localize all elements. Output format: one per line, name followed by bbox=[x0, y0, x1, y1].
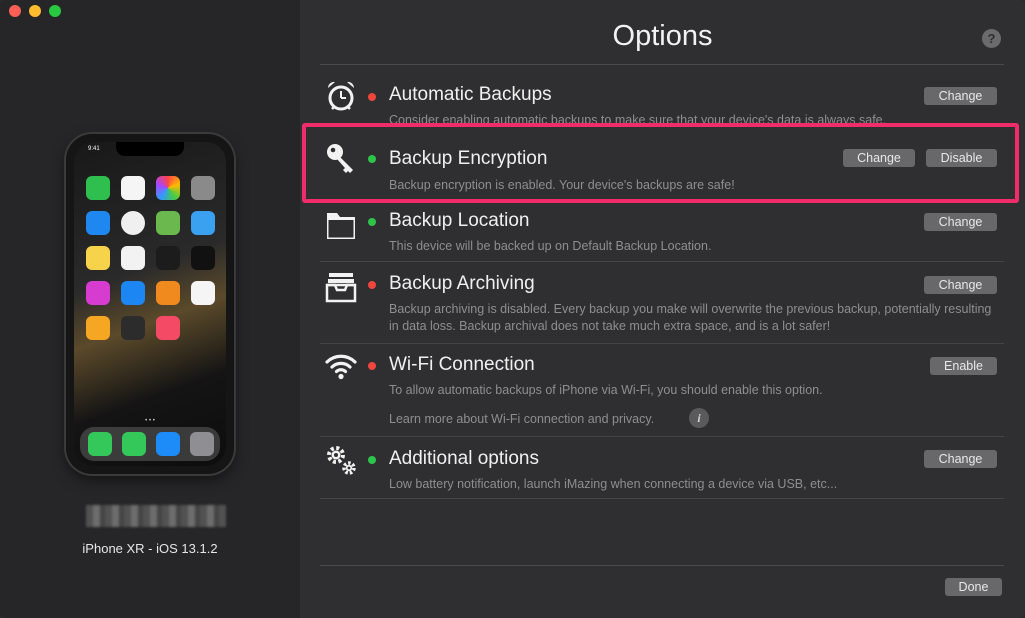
device-model-label: iPhone XR - iOS 13.1.2 bbox=[82, 541, 218, 556]
change-button[interactable]: Change bbox=[924, 276, 997, 294]
learn-more-link[interactable]: Learn more about Wi-Fi connection and pr… bbox=[389, 412, 654, 426]
status-time: 9:41 bbox=[88, 146, 100, 152]
camera-app-icon bbox=[191, 176, 215, 200]
settings-app-icon bbox=[190, 432, 214, 456]
option-automatic-backups: Automatic Backups Consider enabling auto… bbox=[320, 65, 1004, 127]
page-title: Options bbox=[612, 20, 713, 52]
option-backup-archiving: Backup Archiving Backup archiving is dis… bbox=[320, 262, 1004, 344]
books-app-icon bbox=[156, 281, 180, 305]
option-title: Automatic Backups bbox=[389, 84, 552, 105]
health-app-icon bbox=[191, 281, 215, 305]
option-wifi-connection: Wi-Fi Connection To allow automatic back… bbox=[320, 344, 1004, 437]
option-description: To allow automatic backups of iPhone via… bbox=[389, 383, 823, 397]
change-button[interactable]: Change bbox=[924, 450, 997, 468]
phone-screen: 9:41 • • • bbox=[74, 142, 226, 466]
home-app-icon bbox=[86, 316, 110, 340]
archive-tray-icon bbox=[325, 273, 357, 303]
itunes-store-app-icon bbox=[86, 281, 110, 305]
phone-dock bbox=[80, 427, 220, 461]
messages-app-icon bbox=[122, 432, 146, 456]
gears-icon bbox=[327, 446, 356, 475]
option-title: Backup Location bbox=[389, 210, 530, 231]
option-description: Low battery notification, launch iMazing… bbox=[389, 477, 838, 491]
change-button[interactable]: Change bbox=[924, 87, 997, 105]
weather-app-icon bbox=[191, 211, 215, 235]
photos-app-icon bbox=[156, 176, 180, 200]
alarm-clock-icon bbox=[327, 81, 355, 111]
phone-app-icon bbox=[88, 432, 112, 456]
notes-app-icon bbox=[86, 246, 110, 270]
option-additional-options: Additional options Low battery notificat… bbox=[320, 437, 1004, 499]
info-icon[interactable]: i bbox=[689, 408, 709, 428]
option-title: Wi-Fi Connection bbox=[389, 354, 535, 375]
enable-button[interactable]: Enable bbox=[930, 357, 997, 375]
option-title: Additional options bbox=[389, 448, 539, 469]
clock-app-icon bbox=[121, 211, 145, 235]
folder-icon bbox=[327, 213, 355, 239]
option-description: This device will be backed up on Default… bbox=[389, 239, 712, 253]
wallet-app-icon bbox=[121, 316, 145, 340]
phone-notch bbox=[116, 142, 184, 156]
safari-app-icon bbox=[156, 432, 180, 456]
status-indicator-red bbox=[368, 93, 376, 101]
change-button[interactable]: Change bbox=[924, 213, 997, 231]
iphone-device-image: 9:41 • • • bbox=[66, 134, 234, 474]
option-backup-location: Backup Location This device will be back… bbox=[320, 198, 1004, 262]
status-indicator-green bbox=[368, 218, 376, 226]
mail-app-icon bbox=[86, 211, 110, 235]
app-store-icon bbox=[121, 281, 145, 305]
done-button[interactable]: Done bbox=[945, 578, 1002, 596]
status-indicator-red bbox=[368, 362, 376, 370]
minimize-window-button[interactable] bbox=[29, 5, 41, 17]
option-description: Backup archiving is disabled. Every back… bbox=[389, 302, 992, 333]
blurred-device-name bbox=[86, 505, 226, 527]
options-window: 9:41 • • • iPhone XR - iOS 13.1.2 Option… bbox=[0, 0, 1025, 618]
stocks-app-icon bbox=[156, 246, 180, 270]
page-dots: • • • bbox=[145, 418, 155, 424]
close-window-button[interactable] bbox=[9, 5, 21, 17]
status-indicator-red bbox=[368, 281, 376, 289]
option-title: Backup Archiving bbox=[389, 273, 535, 294]
maximize-window-button[interactable] bbox=[49, 5, 61, 17]
calendar-app-icon bbox=[121, 176, 145, 200]
divider bbox=[320, 565, 1004, 566]
facetime-app-icon bbox=[86, 176, 110, 200]
maps-app-icon bbox=[156, 211, 180, 235]
wifi-icon bbox=[325, 354, 357, 380]
highlight-box bbox=[302, 123, 1019, 203]
home-screen-apps bbox=[86, 176, 215, 340]
music-app-icon bbox=[156, 316, 180, 340]
help-button[interactable]: ? bbox=[982, 29, 1001, 48]
status-indicator-green bbox=[368, 456, 376, 464]
device-sidebar: 9:41 • • • iPhone XR - iOS 13.1.2 bbox=[0, 0, 300, 618]
tv-app-icon bbox=[191, 246, 215, 270]
reminders-app-icon bbox=[121, 246, 145, 270]
